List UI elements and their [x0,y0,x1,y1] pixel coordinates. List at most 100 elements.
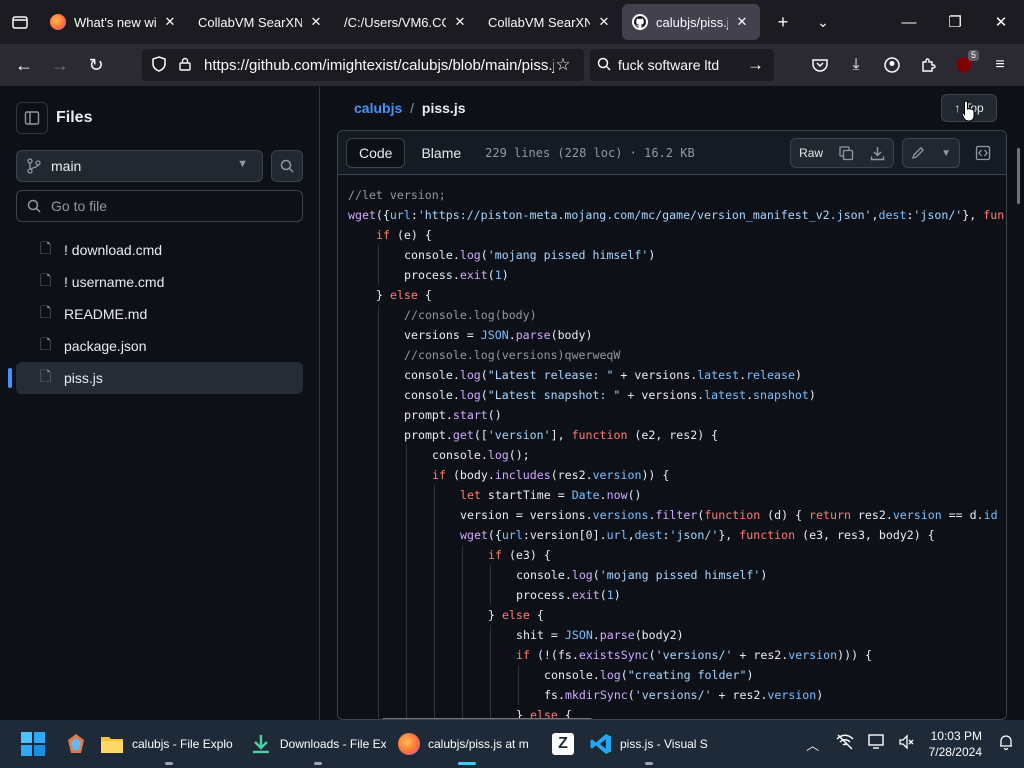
file-item-download-cmd[interactable]: 🗋 ! download.cmd [16,234,303,266]
vertical-scrollbar[interactable] [1017,148,1020,204]
close-icon[interactable]: ✕ [162,14,178,30]
indent-guide [378,505,379,525]
code-line: wget({url:version[0].url,dest:'json/'}, … [348,525,1004,545]
bookmark-star-icon[interactable]: ☆ [550,55,576,75]
tab-2[interactable]: CollabVM SearXNG ✕ [188,4,334,40]
branch-selector[interactable]: main ▼ [16,150,263,182]
clock[interactable]: 10:03 PM 7/28/2024 [929,728,982,760]
file-item-piss-js[interactable]: 🗋 piss.js [8,362,303,394]
symbols-panel-icon[interactable] [968,138,998,168]
display-icon[interactable] [861,733,893,755]
taskbar-firefox[interactable]: calubjs/piss.js at m [392,720,542,768]
indent-guide [490,585,491,605]
indent-guide [434,625,435,645]
window-close-icon[interactable]: ✕ [978,0,1024,44]
file-item-package-json[interactable]: 🗋 package.json [16,330,303,362]
account-icon[interactable] [874,49,910,81]
github-page: Files main ▼ Go to file 🗋 ! download.cmd … [0,86,1024,720]
copy-icon[interactable] [831,139,862,167]
search-bar[interactable]: fuck software ltd → [590,49,774,81]
file-name: package.json [64,338,147,354]
network-off-icon[interactable] [829,734,861,755]
code-token: existsSync [578,648,649,662]
firefox-view-icon [12,16,28,29]
taskbar-file-explorer-calubjs[interactable]: calubjs - File Explo [94,720,244,768]
arrow-up-icon: ↑ [954,101,961,115]
address-bar[interactable]: https://github.com/imightexist/calubjs/b… [142,49,584,81]
close-icon[interactable]: ✕ [308,14,324,30]
tab-blame[interactable]: Blame [409,138,473,168]
start-button[interactable] [14,720,52,768]
tab-5-active[interactable]: calubjs/piss.js at ✕ [622,4,760,40]
tab-3[interactable]: /C:/Users/VM6.COLL ✕ [334,4,478,40]
volume-muted-icon[interactable] [893,733,919,755]
downloads-icon[interactable]: ⤓ [838,49,874,81]
file-item-readme[interactable]: 🗋 README.md [16,298,303,330]
chevron-down-icon[interactable]: ▼ [933,139,959,167]
breadcrumb-repo-link[interactable]: calubjs [354,100,402,116]
code-token: url [389,208,411,222]
list-all-tabs-chevron-icon[interactable]: ⌄ [808,14,838,31]
copilot-button[interactable] [58,720,94,768]
code-line: } else { [348,285,1004,305]
url-text: https://github.com/imightexist/calubjs/b… [204,56,554,74]
code-token: ) [760,568,768,582]
raw-button[interactable]: Raw [791,139,831,167]
code-token: now [606,488,628,502]
code-token: . [746,388,754,402]
code-token: :version[0]. [522,528,607,542]
notification-bell-icon[interactable] [992,734,1020,755]
code-token: () [487,408,502,422]
taskbar-zed[interactable]: Z [542,720,584,768]
tab-code[interactable]: Code [346,137,406,168]
code-token: }, [962,208,984,222]
go-arrow-icon[interactable]: → [747,55,764,75]
code-token: includes [494,468,551,482]
indent-guide [462,545,463,565]
pocket-icon[interactable] [802,49,838,81]
shield-icon[interactable] [146,55,172,75]
pencil-icon[interactable] [903,139,933,167]
indent-guide [378,365,379,385]
file-tree-sidebar: Files main ▼ Go to file 🗋 ! download.cmd … [0,86,320,720]
lock-icon[interactable] [172,57,198,74]
go-to-file-input[interactable]: Go to file [16,190,303,222]
close-icon[interactable]: ✕ [734,14,750,30]
indent-guide [378,625,379,645]
code-token: 1 [494,268,502,282]
file-actions: Raw ▼ [790,138,998,168]
code-token: if [432,468,446,482]
tab-title: CollabVM SearXNG [198,14,302,30]
tab-4[interactable]: CollabVM SearXNG ✕ [478,4,622,40]
code-token: (res2. [550,468,593,482]
reload-icon[interactable]: ↻ [78,49,114,81]
code-token: (e2, res2) { [627,428,719,442]
code-token: log [459,248,481,262]
close-icon[interactable]: ✕ [596,14,612,30]
extensions-puzzle-icon[interactable] [910,49,946,81]
indent-guide [406,485,407,505]
back-arrow-icon[interactable]: ← [6,49,42,81]
firefox-view-button[interactable] [0,0,40,44]
taskbar-vscode[interactable]: piss.js - Visual S [584,720,714,768]
forward-arrow-icon[interactable]: → [42,49,78,81]
code-token: 'versions/' [634,688,712,702]
chevron-up-icon[interactable]: ︿ [797,735,829,754]
code-token: ) [808,388,816,402]
minimize-icon[interactable]: — [886,0,932,44]
search-files-button[interactable] [271,150,303,182]
taskbar-file-explorer-downloads[interactable]: Downloads - File Ex [244,720,392,768]
code-token: version = versions. [460,508,593,522]
hamburger-menu-icon[interactable]: ≡ [982,49,1018,81]
ublock-origin-icon[interactable]: 5 [946,49,982,81]
copilot-icon [68,734,84,753]
file-item-username-cmd[interactable]: 🗋 ! username.cmd [16,266,303,298]
download-icon[interactable] [862,139,893,167]
new-tab-plus-icon[interactable]: + [768,12,798,33]
indent-guide [434,665,435,685]
close-icon[interactable]: ✕ [452,14,468,30]
maximize-icon[interactable]: ❐ [932,0,978,44]
tab-1[interactable]: What's new with ✕ [40,4,188,40]
collapse-sidebar-button[interactable] [16,102,48,134]
code-token: (body. [445,468,495,482]
